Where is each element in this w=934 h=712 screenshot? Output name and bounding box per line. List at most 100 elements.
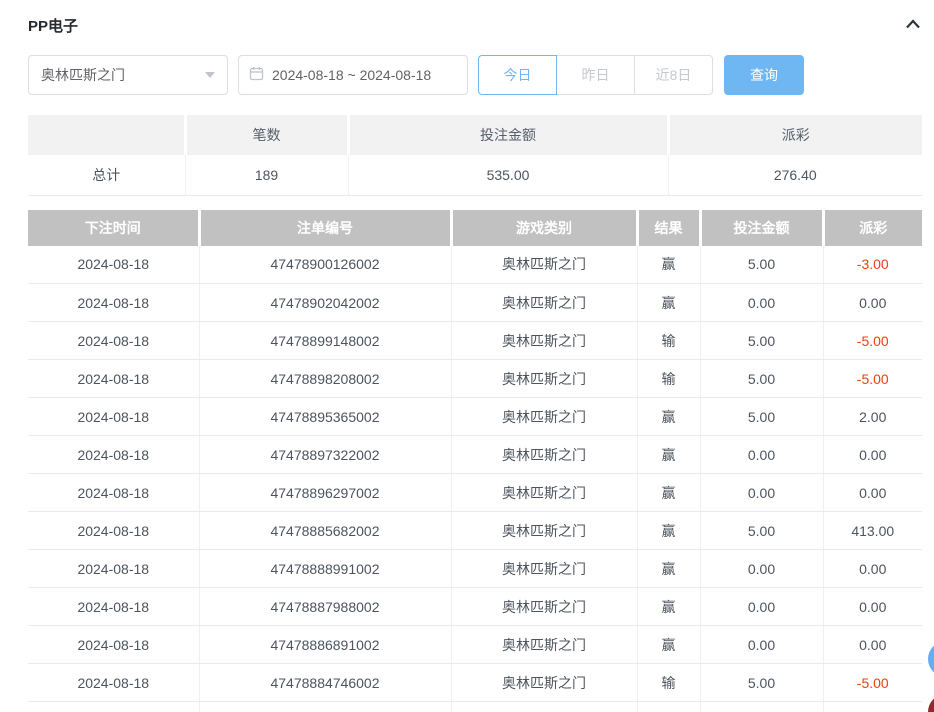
cell-payout: 2.00 <box>823 398 922 436</box>
cell-result: 赢 <box>637 398 700 436</box>
summary-header-row: 笔数 投注金额 派彩 <box>28 115 922 155</box>
cell-id: 47478895365002 <box>199 398 451 436</box>
cell-result: 赢 <box>637 474 700 512</box>
cell-time: 2024-08-18 <box>28 322 199 360</box>
cell-game: 奥林匹斯之门 <box>451 436 637 474</box>
cell-result: 输 <box>637 322 700 360</box>
cell-payout: -5.00 <box>823 360 922 398</box>
cell-result: 赢 <box>637 588 700 626</box>
cell-id: 47478902042002 <box>199 284 451 322</box>
cell-result: 赢 <box>637 436 700 474</box>
cell-game: 奥林匹斯之门 <box>451 512 637 550</box>
cell-time: 2024-08-18 <box>28 398 199 436</box>
cell-id: 47478885682002 <box>199 512 451 550</box>
summary-header-payout: 派彩 <box>668 115 922 155</box>
detail-header-payout: 派彩 <box>823 210 922 246</box>
panel: PP电子 奥林匹斯之门 2024-08-18 ~ 2024 <box>0 0 934 712</box>
cell-bet: 0.00 <box>700 284 823 322</box>
quick-range-button-1[interactable]: 昨日 <box>556 55 635 95</box>
cell-bet: 5.00 <box>700 246 823 284</box>
cell-result: 赢 <box>637 246 700 284</box>
date-range-input[interactable]: 2024-08-18 ~ 2024-08-18 <box>238 55 468 95</box>
table-row: 2024-08-1847478902042002奥林匹斯之门赢0.000.00 <box>28 284 922 322</box>
summary-table: 笔数 投注金额 派彩 总计 189 535.00 276.40 <box>28 115 922 196</box>
cell-payout: 0.00 <box>823 436 922 474</box>
summary-total-payout: 276.40 <box>668 155 922 195</box>
quick-range-group: 今日昨日近8日 <box>478 55 713 95</box>
detail-header-game: 游戏类别 <box>451 210 637 246</box>
cell-time: 2024-08-18 <box>28 284 199 322</box>
cell-payout: 0.00 <box>823 588 922 626</box>
cell-bet: 5.00 <box>700 664 823 702</box>
cell-payout: -5.00 <box>823 664 922 702</box>
cell-game: 奥林匹斯之门 <box>451 588 637 626</box>
cell-id: 47478886891002 <box>199 626 451 664</box>
cell-game: 奥林匹斯之门 <box>451 246 637 284</box>
cell-empty <box>451 702 637 712</box>
cell-payout: 0.00 <box>823 284 922 322</box>
detail-header-result: 结果 <box>637 210 700 246</box>
game-select[interactable]: 奥林匹斯之门 <box>28 55 228 95</box>
chevron-up-icon <box>904 17 922 34</box>
cell-time: 2024-08-18 <box>28 512 199 550</box>
cell-empty <box>637 702 700 712</box>
detail-table: 下注时间 注单编号 游戏类别 结果 投注金额 派彩 2024-08-184747… <box>28 210 922 712</box>
cell-bet: 5.00 <box>700 322 823 360</box>
cell-time: 2024-08-18 <box>28 474 199 512</box>
cell-result: 输 <box>637 664 700 702</box>
summary-total-count: 189 <box>185 155 348 195</box>
summary-total-bet-amount: 535.00 <box>348 155 668 195</box>
cell-id: 47478896297002 <box>199 474 451 512</box>
cell-time: 2024-08-18 <box>28 626 199 664</box>
cell-payout: 413.00 <box>823 512 922 550</box>
cell-time: 2024-08-18 <box>28 550 199 588</box>
cell-time: 2024-08-18 <box>28 246 199 284</box>
chevron-down-icon <box>205 72 215 78</box>
cell-time: 2024-08-18 <box>28 436 199 474</box>
cell-payout: -3.00 <box>823 246 922 284</box>
summary-total-row: 总计 189 535.00 276.40 <box>28 155 922 195</box>
cell-game: 奥林匹斯之门 <box>451 398 637 436</box>
cell-payout: 0.00 <box>823 474 922 512</box>
detail-header-bet-id: 注单编号 <box>199 210 451 246</box>
cell-id: 47478887988002 <box>199 588 451 626</box>
summary-header-count: 笔数 <box>185 115 348 155</box>
cell-payout: -5.00 <box>823 322 922 360</box>
cell-id: 47478898208002 <box>199 360 451 398</box>
summary-total-label: 总计 <box>28 155 185 195</box>
quick-range-button-0[interactable]: 今日 <box>478 55 557 95</box>
detail-header-bet-amount: 投注金额 <box>700 210 823 246</box>
table-row: 2024-08-1847478888991002奥林匹斯之门赢0.000.00 <box>28 550 922 588</box>
cell-result: 赢 <box>637 284 700 322</box>
cell-bet: 5.00 <box>700 360 823 398</box>
date-range-value: 2024-08-18 ~ 2024-08-18 <box>272 67 431 83</box>
table-row-partial <box>28 702 922 712</box>
cell-payout: 0.00 <box>823 626 922 664</box>
cell-time: 2024-08-18 <box>28 588 199 626</box>
cell-bet: 0.00 <box>700 626 823 664</box>
cell-game: 奥林匹斯之门 <box>451 664 637 702</box>
summary-header-bet-amount: 投注金额 <box>348 115 668 155</box>
table-row: 2024-08-1847478886891002奥林匹斯之门赢0.000.00 <box>28 626 922 664</box>
summary-header-empty <box>28 115 185 155</box>
cell-game: 奥林匹斯之门 <box>451 474 637 512</box>
table-row: 2024-08-1847478884746002奥林匹斯之门输5.00-5.00 <box>28 664 922 702</box>
filter-row: 奥林匹斯之门 2024-08-18 ~ 2024-08-18 今日昨日近8日 查… <box>28 55 922 95</box>
cell-bet: 0.00 <box>700 588 823 626</box>
cell-result: 赢 <box>637 512 700 550</box>
cell-empty <box>700 702 823 712</box>
table-row: 2024-08-1847478900126002奥林匹斯之门赢5.00-3.00 <box>28 246 922 284</box>
cell-id: 47478899148002 <box>199 322 451 360</box>
table-row: 2024-08-1847478895365002奥林匹斯之门赢5.002.00 <box>28 398 922 436</box>
cell-id: 47478888991002 <box>199 550 451 588</box>
quick-range-button-2[interactable]: 近8日 <box>634 55 713 95</box>
query-button[interactable]: 查询 <box>724 55 804 95</box>
table-row: 2024-08-1847478896297002奥林匹斯之门赢0.000.00 <box>28 474 922 512</box>
cell-bet: 5.00 <box>700 398 823 436</box>
cell-game: 奥林匹斯之门 <box>451 626 637 664</box>
cell-time: 2024-08-18 <box>28 360 199 398</box>
collapse-button[interactable] <box>904 17 922 34</box>
cell-bet: 0.00 <box>700 550 823 588</box>
calendar-icon <box>249 66 264 84</box>
cell-id: 47478897322002 <box>199 436 451 474</box>
